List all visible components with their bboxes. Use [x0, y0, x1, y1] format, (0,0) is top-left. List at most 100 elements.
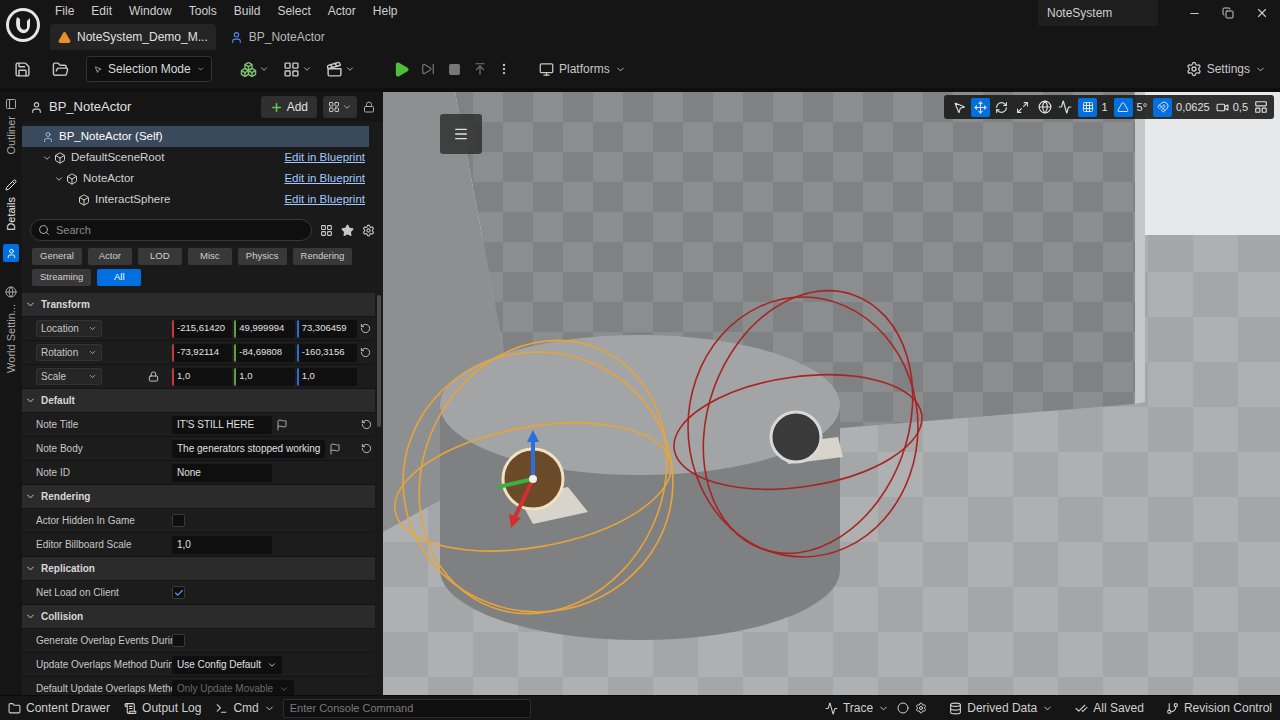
snap-toggle[interactable]: 1	[1078, 98, 1107, 117]
cinematics-button[interactable]	[326, 55, 355, 83]
settings-button[interactable]: Settings	[1186, 55, 1270, 83]
browse-button[interactable]	[48, 55, 72, 83]
transform-tool-button[interactable]	[971, 98, 990, 117]
section-header[interactable]: Replication	[22, 557, 375, 581]
component-tree-row[interactable]: BP_NoteActor (Self)	[22, 126, 369, 147]
property-matrix-icon[interactable]	[320, 224, 333, 237]
expand-icon[interactable]	[54, 174, 64, 184]
expand-icon[interactable]	[42, 153, 52, 163]
reset-to-default-icon[interactable]	[360, 347, 371, 358]
section-header[interactable]: Collision	[22, 605, 375, 629]
stop-button[interactable]	[445, 55, 463, 83]
section-header[interactable]: Transform	[22, 293, 375, 317]
trace-dropdown[interactable]: Trace	[825, 699, 889, 717]
vector-field[interactable]: 1,0	[297, 368, 357, 386]
status-bar-button[interactable]: Revision Control	[1166, 699, 1272, 717]
play-button[interactable]	[391, 55, 411, 83]
section-header[interactable]: Default	[22, 389, 375, 413]
dropdown[interactable]: Only Update Movable	[172, 680, 294, 696]
scrollbar[interactable]	[375, 293, 383, 695]
edit-in-blueprint-link[interactable]: Edit in Blueprint	[284, 191, 365, 208]
platforms-button[interactable]: Platforms	[539, 55, 626, 83]
reset-to-default-icon[interactable]	[360, 323, 371, 334]
transform-tool-button[interactable]	[950, 98, 969, 117]
camera-speed-button[interactable]: 0,5	[1216, 99, 1248, 116]
lock-panel-icon[interactable]	[363, 101, 375, 113]
surface-snap-icon[interactable]	[1058, 100, 1072, 114]
status-bar-button[interactable]: Content Drawer	[8, 699, 110, 717]
filter-chip[interactable]: Misc	[188, 248, 232, 265]
checkbox[interactable]	[172, 634, 185, 647]
menu-item[interactable]: Actor	[328, 2, 356, 20]
transform-mode-dropdown[interactable]: Location	[36, 320, 102, 337]
dropdown[interactable]: Use Config Default	[172, 656, 282, 674]
trace-settings-icon[interactable]	[915, 702, 927, 714]
menu-item[interactable]: Select	[277, 2, 310, 20]
reset-to-default-icon[interactable]	[361, 443, 372, 454]
side-tab[interactable]: Details	[3, 179, 20, 263]
document-tab[interactable]: NoteSystem_Demo_M...	[50, 24, 216, 50]
vector-field[interactable]: 1,0	[234, 368, 294, 386]
localization-flag-icon[interactable]	[276, 419, 288, 431]
filter-chip[interactable]: All	[97, 269, 141, 286]
status-bar-button[interactable]: Output Log	[124, 699, 201, 717]
transform-mode-dropdown[interactable]: Rotation	[36, 344, 102, 361]
component-tree-row[interactable]: InteractSphereEdit in Blueprint	[22, 189, 369, 210]
component-tree-row[interactable]: DefaultSceneRootEdit in Blueprint	[22, 147, 369, 168]
coordinate-space-icon[interactable]	[1038, 100, 1052, 114]
filter-chip[interactable]: General	[32, 248, 82, 265]
scale-lock-icon[interactable]	[148, 371, 159, 382]
side-tab[interactable]: Outliner	[3, 98, 20, 155]
menu-item[interactable]: Build	[234, 2, 261, 20]
component-tree-row[interactable]: NoteActorEdit in Blueprint	[22, 168, 369, 189]
vector-field[interactable]: -160,3156	[297, 344, 357, 362]
transform-tool-button[interactable]	[1013, 98, 1032, 117]
minimize-button[interactable]	[1178, 0, 1211, 26]
menu-item[interactable]: Tools	[189, 2, 217, 20]
snap-toggle[interactable]: 5°	[1114, 98, 1148, 117]
record-icon[interactable]	[897, 702, 909, 714]
filter-chip[interactable]: Actor	[88, 248, 132, 265]
menu-item[interactable]: Edit	[91, 2, 112, 20]
status-bar-button[interactable]: Derived Data	[949, 699, 1053, 717]
cmd-dropdown[interactable]: Cmd	[215, 699, 274, 717]
menu-item[interactable]: Help	[373, 2, 398, 20]
add-component-button[interactable]: Add	[261, 96, 317, 118]
play-options-button[interactable]	[497, 55, 511, 83]
viewport-options-button[interactable]	[440, 114, 482, 154]
reset-to-default-icon[interactable]	[361, 419, 372, 430]
eject-button[interactable]	[471, 55, 489, 83]
filter-chip[interactable]: LOD	[138, 248, 182, 265]
vector-field[interactable]: 73,306459	[297, 320, 357, 338]
text-field[interactable]: IT'S STILL HERE	[172, 416, 272, 434]
step-button[interactable]	[419, 55, 437, 83]
side-tab[interactable]: World Settin...	[3, 286, 20, 373]
viewport-scene[interactable]	[383, 92, 1280, 695]
viewport-layout-icon[interactable]	[1254, 100, 1268, 114]
details-search-field[interactable]: Search	[30, 219, 312, 241]
scrollbar-thumb[interactable]	[377, 295, 381, 427]
menu-item[interactable]: File	[55, 2, 74, 20]
document-tab[interactable]: BP_NoteActor	[222, 24, 333, 50]
number-field[interactable]: 1,0	[172, 536, 272, 554]
save-button[interactable]	[10, 55, 34, 83]
status-bar-button[interactable]: All Saved	[1075, 699, 1144, 717]
restore-button[interactable]	[1211, 0, 1244, 26]
level-viewport[interactable]: 15°0,06250,5	[383, 92, 1280, 695]
checkbox[interactable]	[172, 586, 185, 599]
vector-field[interactable]: 49,999994	[234, 320, 294, 338]
vector-field[interactable]: 1,0	[172, 368, 232, 386]
blueprint-button[interactable]	[283, 55, 312, 83]
menu-item[interactable]: Window	[129, 2, 172, 20]
vector-field[interactable]: -215,61420	[172, 320, 232, 338]
mode-dropdown[interactable]: Selection Mode	[86, 56, 212, 82]
transform-mode-dropdown[interactable]: Scale	[36, 368, 102, 385]
filter-chip[interactable]: Rendering	[293, 248, 353, 265]
vector-field[interactable]: -73,92114	[172, 344, 232, 362]
transform-tool-button[interactable]	[992, 98, 1011, 117]
section-header[interactable]: Rendering	[22, 485, 375, 509]
checkbox[interactable]	[172, 514, 185, 527]
text-field[interactable]: The generators stopped working	[172, 440, 325, 458]
console-input[interactable]: Enter Console Command	[283, 699, 531, 718]
logo[interactable]	[0, 0, 46, 50]
